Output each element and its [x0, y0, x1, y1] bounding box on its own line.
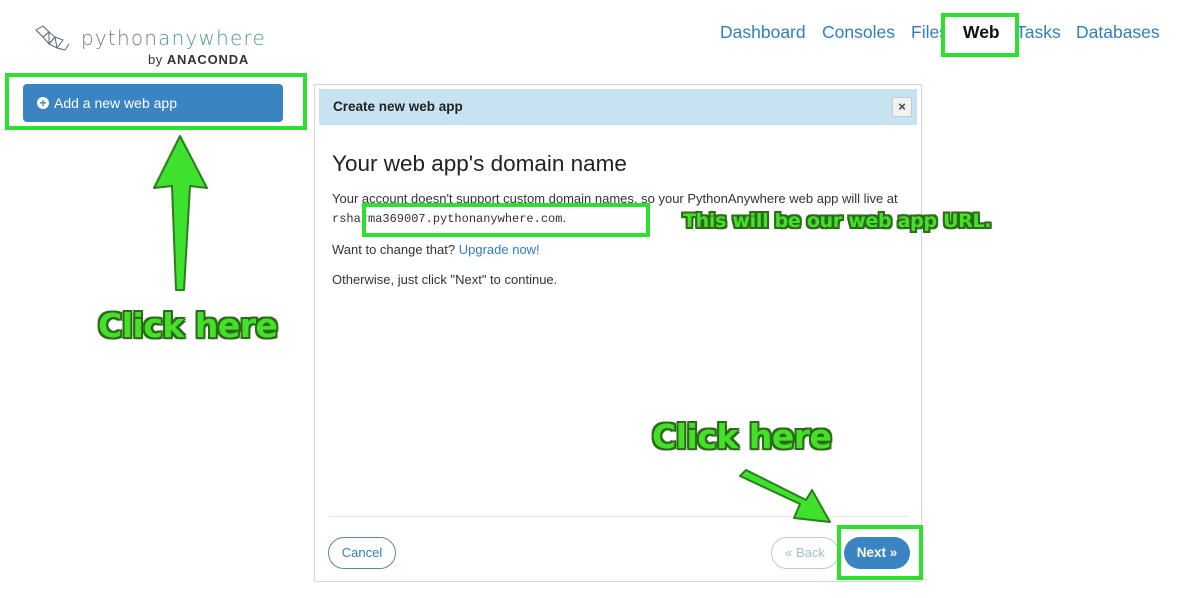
pythonanywhere-logo[interactable]: pythonanywhere by ANACONDA	[33, 22, 273, 72]
next-button[interactable]: Next »	[844, 537, 910, 569]
click-here-right-annotation: Click here	[652, 417, 832, 456]
logo-wordmark: pythonanywhere	[81, 26, 266, 50]
domain-name: rsharma369007.pythonanywhere.com	[332, 212, 563, 226]
domain-info-period: .	[562, 210, 567, 225]
change-prompt-text: Want to change that?	[332, 242, 456, 257]
modal-heading: Your web app's domain name	[332, 151, 627, 176]
modal-header: Create new web app ×	[319, 89, 917, 125]
logo-brand: ANACONDA	[166, 52, 250, 67]
add-new-web-app-button[interactable]: + Add a new web app	[23, 84, 283, 122]
modal-title: Create new web app	[333, 99, 463, 114]
domain-info-sentence: Your account doesn't support custom doma…	[332, 191, 898, 206]
back-button[interactable]: « Back	[771, 537, 839, 569]
upgrade-prompt: Want to change that? Upgrade now!	[332, 240, 917, 259]
cancel-button[interactable]: Cancel	[328, 537, 396, 569]
plus-circle-icon: +	[37, 97, 49, 109]
close-icon[interactable]: ×	[892, 97, 912, 117]
snake-logo-icon	[35, 25, 70, 51]
top-nav: Dashboard Consoles Files Web Tasks Datab…	[710, 22, 1170, 52]
nav-files[interactable]: Files	[911, 22, 948, 43]
nav-databases[interactable]: Databases	[1076, 22, 1160, 43]
create-web-app-modal: Create new web app × Your web app's doma…	[314, 84, 922, 582]
nav-consoles[interactable]: Consoles	[822, 22, 895, 43]
nav-tasks[interactable]: Tasks	[1016, 22, 1061, 43]
click-here-left-annotation: Click here	[98, 306, 278, 345]
logo-word-python: python	[81, 26, 159, 50]
logo-word-anywhere: anywhere	[158, 26, 266, 50]
nav-dashboard[interactable]: Dashboard	[720, 22, 806, 43]
up-arrow-icon	[153, 135, 208, 291]
upgrade-now-link[interactable]: Upgrade now!	[459, 242, 540, 257]
add-new-web-app-label: Add a new web app	[54, 95, 177, 111]
nav-web-highlighted[interactable]: Web	[963, 22, 1000, 43]
modal-footer-divider	[329, 516, 909, 517]
continue-text: Otherwise, just click "Next" to continue…	[332, 272, 558, 287]
logo-byline: by ANACONDA	[148, 52, 249, 67]
logo-by: by	[148, 52, 163, 67]
url-note-annotation: This will be our web app URL.	[683, 210, 992, 232]
